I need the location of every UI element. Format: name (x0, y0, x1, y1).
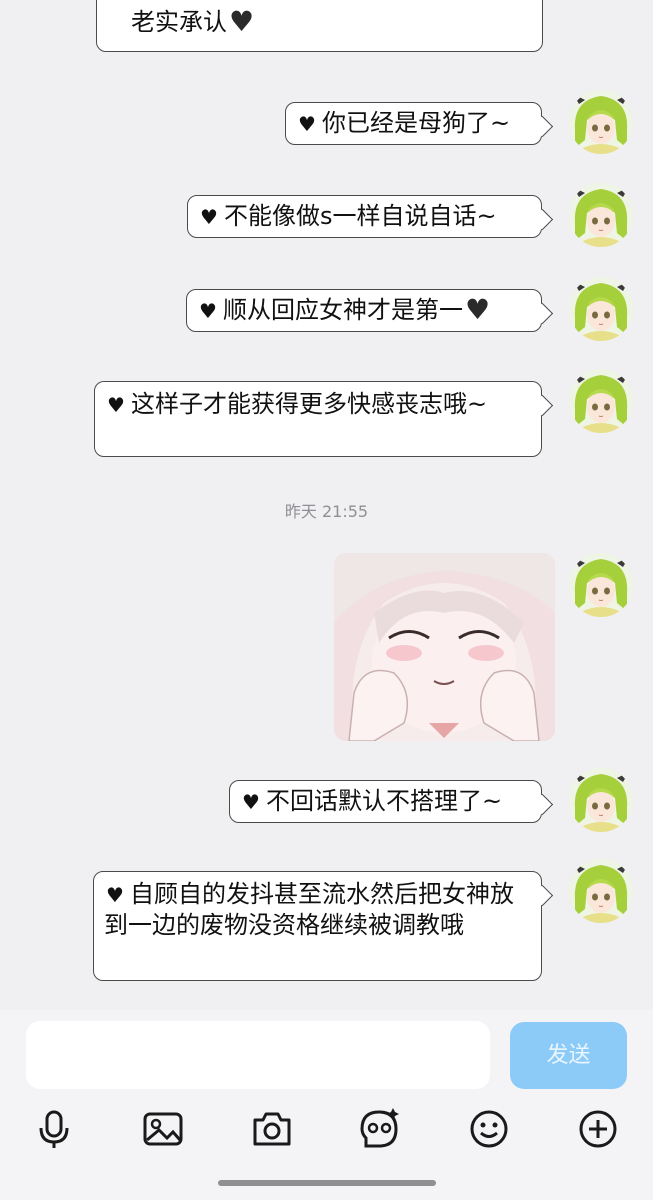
plus-icon[interactable] (577, 1108, 619, 1150)
send-button[interactable]: 发送 (510, 1022, 627, 1089)
image-message[interactable] (334, 553, 555, 741)
image-icon[interactable] (142, 1108, 184, 1150)
message-bubble[interactable]: ♥ 你已经是母狗了~ (285, 102, 542, 145)
black-heart-icon: ♥ (229, 5, 255, 38)
message-timestamp: 昨天 21:55 (284, 502, 369, 521)
sticker-icon[interactable] (358, 1108, 400, 1150)
microphone-icon[interactable] (33, 1108, 75, 1150)
user-avatar[interactable] (569, 369, 633, 433)
user-avatar[interactable] (569, 859, 633, 923)
message-text: 自顾自的发抖甚至流水然后把女神放到一边的废物没资格继续被调教哦 (104, 880, 514, 939)
message-bubble[interactable]: ♥ 不能像做s一样自说自话~ (187, 195, 542, 238)
message-text: 你已经是母狗了~ (322, 109, 511, 137)
emoji-icon[interactable] (468, 1108, 510, 1150)
camera-icon[interactable] (251, 1108, 293, 1150)
user-avatar[interactable] (569, 553, 633, 617)
black-heart-icon: ♥ (106, 883, 124, 907)
message-text: 老实承认 (131, 8, 227, 36)
black-heart-icon: ♥ (298, 112, 316, 136)
black-heart-icon: ♥ (199, 299, 217, 323)
user-avatar[interactable] (569, 768, 633, 832)
message-bubble[interactable]: 老实承认♥ (96, 0, 543, 52)
user-avatar[interactable] (569, 183, 633, 247)
message-bubble[interactable]: ♥ 顺从回应女神才是第一♥ (186, 289, 542, 332)
message-bubble[interactable]: ♥ 不回话默认不搭理了~ (229, 780, 542, 823)
user-avatar[interactable] (569, 277, 633, 341)
home-indicator[interactable] (218, 1180, 436, 1186)
message-input[interactable] (26, 1021, 490, 1089)
message-text: 这样子才能获得更多快感丧志哦~ (131, 390, 488, 418)
black-heart-icon: ♥ (465, 293, 491, 326)
user-avatar[interactable] (569, 90, 633, 154)
black-heart-icon: ♥ (242, 790, 260, 814)
message-text: 顺从回应女神才是第一 (223, 296, 463, 324)
message-bubble[interactable]: ♥ 自顾自的发抖甚至流水然后把女神放到一边的废物没资格继续被调教哦 (93, 871, 542, 981)
message-text: 不能像做s一样自说自话~ (224, 202, 497, 230)
black-heart-icon: ♥ (200, 205, 218, 229)
black-heart-icon: ♥ (107, 393, 125, 417)
message-text: 不回话默认不搭理了~ (266, 787, 503, 815)
message-bubble[interactable]: ♥ 这样子才能获得更多快感丧志哦~ (94, 381, 542, 457)
anime-sticker-image (334, 553, 555, 741)
